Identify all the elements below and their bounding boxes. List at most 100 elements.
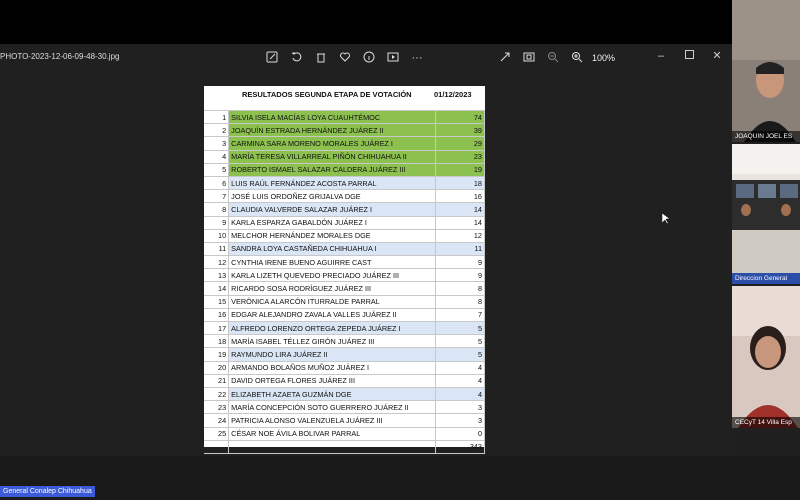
row-number: 8 xyxy=(204,202,230,217)
candidate-name: SILVIA ISELA MACÍAS LOYA CUAUHTÉMOC xyxy=(228,109,436,125)
participant-video-3 xyxy=(732,286,800,428)
candidate-name: ELIZABETH AZAETA GUZMÁN DGE xyxy=(228,386,436,402)
row-number: 3 xyxy=(204,136,230,151)
candidate-name: EDGAR ALEJANDRO ZAVALA VALLES JUÁREZ II xyxy=(228,307,436,323)
table-row: 3 CARMINA SARA MORENO MORALES JUÁREZ I 29 xyxy=(204,136,486,151)
zoom-in-icon[interactable] xyxy=(570,51,584,65)
sheet-title: RESULTADOS SEGUNDA ETAPA DE VOTACIÓN xyxy=(242,90,412,99)
table-row: 21 DAVID ORTEGA FLORES JUÁREZ III 4 xyxy=(204,373,486,388)
table-row: 4 MARÍA TERESA VILLARREAL PIÑÓN CHIHUAHUA… xyxy=(204,149,486,164)
vote-count: 5 xyxy=(434,320,486,336)
candidate-name: CÉSAR NOE ÁVILA BOLIVAR PARRAL xyxy=(228,426,436,441)
participant-tile-1[interactable]: JOAQUIN JOEL ES xyxy=(732,0,800,142)
viewer-toolbar: PHOTO-2023-12-06-09-48-30.jpg ··· 100% –… xyxy=(0,44,732,74)
table-row: 25 CÉSAR NOE ÁVILA BOLIVAR PARRAL 0 xyxy=(204,426,486,441)
vote-count: 3 xyxy=(434,413,486,428)
candidate-name: CLAUDIA VALVERDE SALAZAR JUÁREZ I xyxy=(228,202,436,217)
vote-count: 39 xyxy=(434,123,486,138)
vote-count: 74 xyxy=(434,109,486,125)
table-row: 5 ROBERTO ISMAEL SALAZAR CALDERA JUÁREZ I… xyxy=(204,162,486,177)
participant-tile-2[interactable]: Direccion General xyxy=(732,144,800,284)
sheet-header: RESULTADOS SEGUNDA ETAPA DE VOTACIÓN 01/… xyxy=(204,86,485,110)
row-number: 12 xyxy=(204,255,230,270)
row-number: 21 xyxy=(204,373,230,388)
candidate-name: SANDRA LOYA CASTAÑEDA CHIHUAHUA I xyxy=(228,241,436,257)
presenter-label: General Conalep Chihuahua xyxy=(0,486,95,497)
candidate-name: DAVID ORTEGA FLORES JUÁREZ III xyxy=(228,373,436,388)
info-icon[interactable] xyxy=(362,51,376,65)
table-row: 6 LUIS RAÚL FERNÁNDEZ ACOSTA PARRAL 18 xyxy=(204,175,486,191)
candidate-name: MELCHOR HERNÁNDEZ MORALES DGE xyxy=(228,228,436,243)
zoom-out-icon[interactable] xyxy=(546,51,560,65)
row-number: 17 xyxy=(204,320,230,336)
candidate-name: PATRICIA ALONSO VALENZUELA JUÁREZ III xyxy=(228,413,436,428)
table-row: 8 CLAUDIA VALVERDE SALAZAR JUÁREZ I 14 xyxy=(204,202,486,217)
total-votes: 343 xyxy=(434,439,486,454)
vote-count: 5 xyxy=(434,347,486,362)
heart-icon[interactable] xyxy=(338,51,352,65)
meeting-bottom-bar xyxy=(0,456,800,500)
close-icon[interactable]: ✕ xyxy=(710,49,724,63)
candidate-name: ROBERTO ISMAEL SALAZAR CALDERA JUÁREZ II… xyxy=(228,162,436,177)
candidate-name: KARLA LIZETH QUEVEDO PRECIADO JUÁREZ III xyxy=(228,268,436,283)
row-number: 5 xyxy=(204,162,230,177)
edit-icon[interactable] xyxy=(265,51,279,65)
vote-count: 7 xyxy=(434,307,486,323)
slideshow-icon[interactable] xyxy=(386,51,400,65)
candidate-name: MARÍA TERESA VILLARREAL PIÑÓN CHIHUAHUA … xyxy=(228,149,436,164)
candidate-name: CYNTHIA IRENE BUENO AGUIRRE CAST xyxy=(228,255,436,270)
vote-count: 0 xyxy=(434,426,486,441)
vote-count: 4 xyxy=(434,373,486,388)
table-row: 10 MELCHOR HERNÁNDEZ MORALES DGE 12 xyxy=(204,228,486,243)
candidate-name: LUIS RAÚL FERNÁNDEZ ACOSTA PARRAL xyxy=(228,175,436,191)
table-row: 15 VERÓNICA ALARCÓN ITURRALDE PARRAL 8 xyxy=(204,294,486,309)
candidate-name: RAYMUNDO LIRA JUÁREZ II xyxy=(228,347,436,362)
candidate-name: KARLA ESPARZA GABALDÓN JUÁREZ I xyxy=(228,215,436,230)
participant-name-3: CECyT 14 Villa Esp xyxy=(732,417,800,428)
vote-count: 19 xyxy=(434,162,486,177)
row-number: 2 xyxy=(204,123,230,138)
vote-count: 14 xyxy=(434,202,486,217)
vote-count: 4 xyxy=(434,386,486,402)
table-row: 9 KARLA ESPARZA GABALDÓN JUÁREZ I 14 xyxy=(204,215,486,230)
row-number: 6 xyxy=(204,175,230,191)
minimize-icon[interactable]: – xyxy=(654,49,668,63)
vote-count: 16 xyxy=(434,189,486,204)
row-number: 20 xyxy=(204,360,230,375)
vote-count: 8 xyxy=(434,294,486,309)
table-row: 17 ALFREDO LORENZO ORTEGA ZEPEDA JUÁREZ I… xyxy=(204,320,486,336)
row-number: 4 xyxy=(204,149,230,164)
vote-count: 5 xyxy=(434,334,486,349)
table-row: 20 ARMANDO BOLAÑOS MUÑOZ JUÁREZ I4 xyxy=(204,360,486,375)
table-row: 2 JOAQUÍN ESTRADA HERNÁNDEZ JUÁREZ II 39 xyxy=(204,123,486,138)
participant-tile-3[interactable]: CECyT 14 Villa Esp xyxy=(732,286,800,428)
table-row: 12 CYNTHIA IRENE BUENO AGUIRRE CAST 9 xyxy=(204,255,486,270)
table-row: 22 ELIZABETH AZAETA GUZMÁN DGE 4 xyxy=(204,386,486,402)
candidate-name: MARÍA CONCEPCIÓN SOTO GUERRERO JUÁREZ II xyxy=(228,400,436,415)
table-row: 11 SANDRA LOYA CASTAÑEDA CHIHUAHUA I 11 xyxy=(204,241,486,257)
results-sheet: RESULTADOS SEGUNDA ETAPA DE VOTACIÓN 01/… xyxy=(204,86,486,454)
fit-icon[interactable] xyxy=(522,51,536,65)
vote-count: 12 xyxy=(434,228,486,243)
rotate-icon[interactable] xyxy=(290,51,304,65)
participant-video-2 xyxy=(732,144,800,284)
candidate-name: MARÍA ISABEL TÉLLEZ GIRÓN JUÁREZ III xyxy=(228,334,436,349)
vote-count: 14 xyxy=(434,215,486,230)
table-row: 24 PATRICIA ALONSO VALENZUELA JUÁREZ III 3 xyxy=(204,413,486,428)
maximize-icon[interactable] xyxy=(682,49,696,63)
row-number: 1 xyxy=(204,109,230,125)
sheet-date: 01/12/2023 xyxy=(434,90,472,99)
delete-icon[interactable] xyxy=(314,51,328,65)
table-row: 18 MARÍA ISABEL TÉLLEZ GIRÓN JUÁREZ III 5 xyxy=(204,334,486,349)
zoom-level: 100% xyxy=(592,53,616,63)
row-number: 19 xyxy=(204,347,230,362)
participant-name-1: JOAQUIN JOEL ES xyxy=(732,131,800,142)
row-number: 16 xyxy=(204,307,230,323)
table-row: 16 EDGAR ALEJANDRO ZAVALA VALLES JUÁREZ I… xyxy=(204,307,486,323)
row-number: 24 xyxy=(204,413,230,428)
row-number: 15 xyxy=(204,294,230,309)
expand-icon[interactable] xyxy=(498,51,512,65)
total-row: 343 xyxy=(204,439,486,454)
vote-count: 29 xyxy=(434,136,486,151)
more-icon[interactable]: ··· xyxy=(410,51,424,65)
